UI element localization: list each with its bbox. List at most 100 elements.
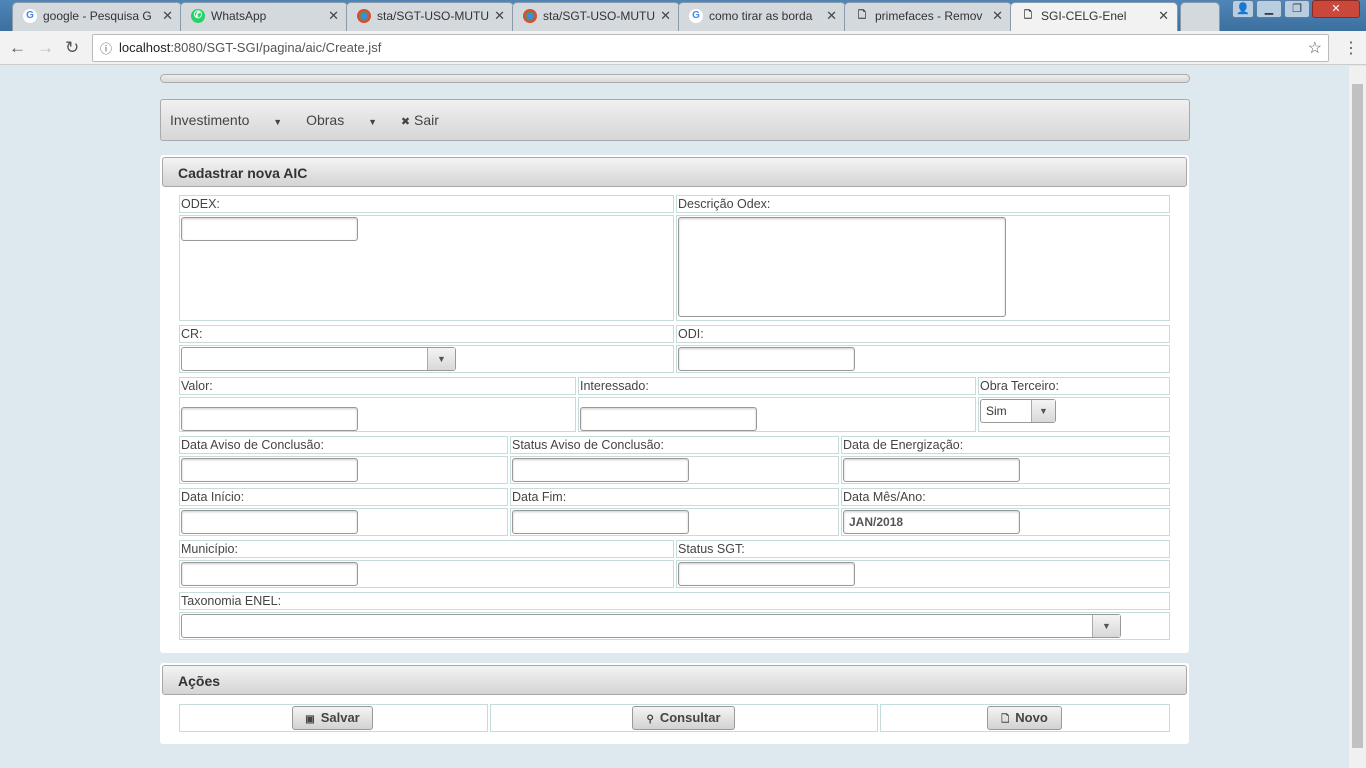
panel-title: Ações: [162, 665, 1187, 695]
label-cr: CR:: [179, 325, 674, 343]
tab-title: primefaces - Remov: [875, 9, 983, 23]
new-document-icon: 🗋: [1001, 714, 1010, 725]
restore-icon[interactable]: ❐: [1284, 0, 1310, 18]
menu-label: Sair: [414, 112, 439, 128]
menu-icon[interactable]: ⋮: [1343, 38, 1359, 58]
scrollbar-thumb[interactable]: [1352, 84, 1363, 748]
minimize-icon[interactable]: ▁: [1256, 0, 1282, 18]
browser-tab[interactable]: ✆ WhatsApp ✕: [180, 2, 348, 31]
tab-title: google - Pesquisa G: [43, 9, 152, 23]
info-icon: ⓘ: [100, 42, 113, 56]
whatsapp-icon: ✆: [191, 9, 205, 23]
cr-select[interactable]: ▼: [181, 347, 456, 371]
close-tab-icon[interactable]: ✕: [494, 8, 505, 24]
data-inicio-input[interactable]: [181, 510, 358, 534]
label-data-aviso: Data Aviso de Conclusão:: [179, 436, 508, 454]
close-tab-icon[interactable]: ✕: [826, 8, 837, 24]
close-tab-icon[interactable]: ✕: [328, 8, 339, 24]
label-descricao: Descrição Odex:: [676, 195, 1170, 213]
tab-title: SGI-CELG-Enel: [1041, 9, 1127, 23]
button-label: Consultar: [659, 710, 721, 725]
address-bar[interactable]: ⓘ localhost:8080/SGT-SGI/pagina/aic/Crea…: [92, 34, 1329, 62]
label-data-energizacao: Data de Energização:: [841, 436, 1170, 454]
caret-down-icon: ▼: [273, 117, 283, 127]
label-interessado: Interessado:: [578, 377, 976, 395]
close-tab-icon[interactable]: ✕: [162, 8, 173, 24]
google-icon: G: [23, 9, 37, 23]
label-data-inicio: Data Início:: [179, 488, 508, 506]
button-label: Salvar: [320, 710, 360, 725]
page-icon: 🗋: [1023, 10, 1033, 21]
obra-terceiro-select[interactable]: Sim ▼: [980, 399, 1056, 423]
menu-investimento[interactable]: Investimento ▼: [170, 112, 282, 128]
url-path: :8080/SGT-SGI/pagina/aic/Create.jsf: [170, 40, 382, 55]
button-label: Novo: [1015, 710, 1048, 725]
back-icon[interactable]: ←: [9, 38, 26, 58]
panel-title: Cadastrar nova AIC: [162, 157, 1187, 187]
close-tab-icon[interactable]: ✕: [660, 8, 671, 24]
municipio-input[interactable]: [181, 562, 358, 586]
label-municipio: Município:: [179, 540, 674, 558]
close-icon: ✖: [400, 116, 411, 128]
reload-icon[interactable]: ↻: [65, 38, 79, 58]
close-window-icon[interactable]: ✕: [1312, 0, 1360, 18]
close-tab-icon[interactable]: ✕: [992, 8, 1003, 24]
browser-tab[interactable]: Gcomo tirar as borda ✕: [678, 2, 846, 31]
dropdown-arrow-icon[interactable]: ▼: [1092, 615, 1120, 637]
status-sgt-input[interactable]: [678, 562, 855, 586]
browser-tab-active[interactable]: 🗋 SGI-CELG-Enel ✕: [1010, 2, 1178, 31]
data-aviso-input[interactable]: [181, 458, 358, 482]
browser-tab[interactable]: Ggoogle - Pesquisa G ✕: [12, 2, 182, 31]
progress-bar: [160, 74, 1190, 83]
menu-label: Investimento: [170, 112, 250, 128]
label-odi: ODI:: [676, 325, 1170, 343]
new-tab-button[interactable]: [1180, 2, 1220, 31]
interessado-input[interactable]: [580, 407, 757, 431]
bookmark-star-icon[interactable]: ☆: [1308, 38, 1322, 58]
selected-value: Sim: [986, 404, 1007, 418]
menu-obras[interactable]: Obras ▼: [306, 112, 377, 128]
dropdown-arrow-icon[interactable]: ▼: [1031, 400, 1055, 422]
browser-tab-strip: Ggoogle - Pesquisa G ✕ ✆ WhatsApp ✕ sta/SGT…: [0, 0, 1366, 31]
new-button[interactable]: 🗋 Novo: [987, 706, 1062, 730]
url-host: localhost: [119, 40, 171, 55]
page-icon: 🗋: [857, 10, 867, 21]
search-button[interactable]: ⚲ Consultar: [632, 706, 735, 730]
save-button[interactable]: ▣ Salvar: [292, 706, 373, 730]
browser-tab[interactable]: sta/SGT-USO-MUTU ✕: [346, 2, 514, 31]
valor-input[interactable]: [181, 407, 358, 431]
caret-down-icon: ▼: [368, 117, 378, 127]
menubar: Investimento ▼ Obras ▼ ✖ Sair: [160, 99, 1190, 141]
data-mes-ano-input[interactable]: JAN/2018: [843, 510, 1020, 534]
menu-label: Obras: [306, 112, 345, 128]
tab-title: sta/SGT-USO-MUTU: [377, 9, 490, 23]
close-tab-icon[interactable]: ✕: [1158, 8, 1169, 24]
tab-title: como tirar as borda: [709, 9, 813, 23]
dropdown-arrow-icon[interactable]: ▼: [427, 348, 455, 370]
status-aviso-input[interactable]: [512, 458, 689, 482]
data-energizacao-input[interactable]: [843, 458, 1020, 482]
menu-sair[interactable]: ✖ Sair: [401, 112, 459, 128]
tab-title: WhatsApp: [211, 9, 267, 23]
label-data-mes-ano: Data Mês/Ano:: [841, 488, 1170, 506]
browser-toolbar: ← → ↻ ⓘ localhost:8080/SGT-SGI/pagina/ai…: [0, 31, 1366, 65]
descricao-textarea[interactable]: [678, 217, 1006, 317]
browser-tab[interactable]: 🗋 primefaces - Remov ✕: [844, 2, 1012, 31]
label-valor: Valor:: [179, 377, 576, 395]
label-data-fim: Data Fim:: [510, 488, 839, 506]
search-icon: ⚲: [646, 714, 654, 725]
user-icon[interactable]: 👤: [1232, 0, 1254, 18]
window-controls: 👤 ▁ ❐ ✕: [1232, 0, 1360, 20]
data-fim-input[interactable]: [512, 510, 689, 534]
forward-icon[interactable]: →: [37, 38, 54, 58]
taxonomia-select[interactable]: ▼: [181, 614, 1121, 638]
google-icon: G: [689, 9, 703, 23]
label-obra-terceiro: Obra Terceiro:: [978, 377, 1170, 395]
chrome-icon: [523, 9, 537, 23]
label-odex: ODEX:: [179, 195, 674, 213]
odi-input[interactable]: [678, 347, 855, 371]
label-status-sgt: Status SGT:: [676, 540, 1170, 558]
browser-tab[interactable]: sta/SGT-USO-MUTU ✕: [512, 2, 680, 31]
label-status-aviso: Status Aviso de Conclusão:: [510, 436, 839, 454]
odex-input[interactable]: [181, 217, 358, 241]
